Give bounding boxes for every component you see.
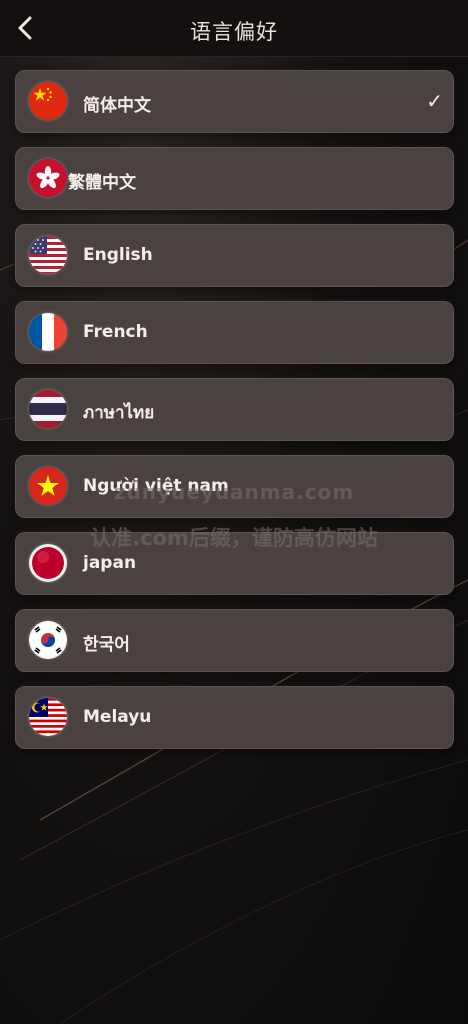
korea-flag-icon — [29, 621, 67, 659]
usa-flag-icon — [29, 236, 67, 274]
language-label: French — [83, 322, 148, 342]
language-option-thai[interactable]: ภาษาไทย — [15, 378, 454, 441]
thailand-flag-icon — [29, 390, 67, 428]
language-label: japan — [83, 553, 137, 573]
language-option-malay[interactable]: Melayu — [15, 686, 454, 749]
hong-kong-flag-icon — [29, 159, 67, 197]
language-option-english[interactable]: English — [15, 224, 454, 287]
language-label: 简体中文 — [83, 96, 151, 116]
page-title: 语言偏好 — [190, 20, 278, 44]
malaysia-flag-icon — [29, 698, 67, 736]
language-option-traditional-chinese[interactable]: 繁體中文 — [15, 147, 454, 210]
japan-flag-icon — [29, 544, 67, 582]
language-label: 繁體中文 — [68, 173, 136, 193]
top-nav-bar: 语言偏好 — [0, 0, 468, 57]
language-option-vietnamese[interactable]: Người việt nam — [15, 455, 454, 518]
language-label: Melayu — [83, 707, 152, 727]
language-option-simplified-chinese[interactable]: 简体中文 ✓ — [15, 70, 454, 133]
china-flag-icon — [29, 82, 67, 120]
checkmark-icon: ✓ — [426, 89, 443, 113]
language-option-french[interactable]: French — [15, 301, 454, 364]
language-label: English — [83, 245, 153, 265]
language-preference-screen: 语言偏好 简体中文 ✓ 繁體中文 English French ภาษาไทย … — [0, 0, 468, 1024]
language-label: ภาษาไทย — [83, 403, 155, 423]
language-label: Người việt nam — [83, 476, 229, 496]
vietnam-flag-icon — [29, 467, 67, 505]
language-option-japanese[interactable]: japan — [15, 532, 454, 595]
language-option-korean[interactable]: 한국어 — [15, 609, 454, 672]
france-flag-icon — [29, 313, 67, 351]
language-list: 简体中文 ✓ 繁體中文 English French ภาษาไทย Người… — [15, 70, 454, 763]
language-label: 한국어 — [83, 635, 130, 655]
